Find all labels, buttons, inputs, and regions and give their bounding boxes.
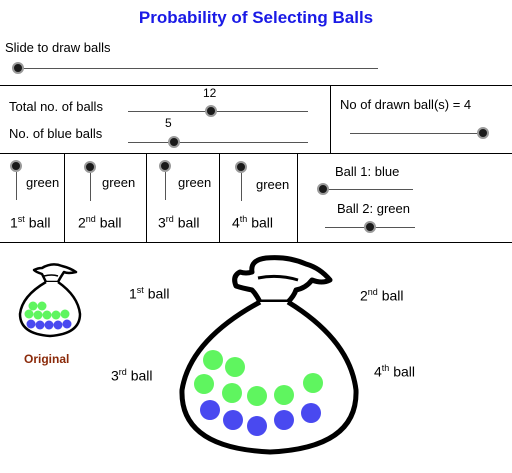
draw-3-slider-knob[interactable] [159,160,171,172]
blue-balls-slider-track[interactable] [128,142,308,143]
result-ball-2: Ball 2: green [337,201,410,216]
draw-2-label: 2nd ball [78,214,122,231]
grid-divider-col2 [146,153,147,242]
total-balls-slider-knob[interactable] [205,105,217,117]
result-ball-1: Ball 1: blue [335,164,400,179]
draw-3-label: 3rd ball [158,214,200,231]
page-title: Probability of Selecting Balls [138,8,374,27]
grid-divider-col3 [219,153,220,242]
draw-3-slider-track[interactable] [165,172,166,200]
original-bag [18,263,82,338]
bag-slot-3-label: 3rd ball [111,367,153,384]
result-2-slider-knob[interactable] [364,221,376,233]
drawing-bag [179,255,359,455]
drawn-balls-label: No of drawn ball(s) = 4 [340,97,472,112]
draw-3-color: green [178,175,212,190]
drawn-balls-slider-track[interactable] [350,133,485,134]
result-1-slider-track[interactable] [318,189,413,190]
blue-balls-value: 5 [165,116,172,130]
draw-2-color: green [102,175,136,190]
grid-line-bottom [0,242,512,243]
draw-1-color: green [26,175,60,190]
original-label: Original [24,352,70,366]
grid-line-middle [0,153,512,154]
draw-4-slider-track[interactable] [241,173,242,201]
draw-2-slider-track[interactable] [90,173,91,201]
draw-1-label: 1st ball [10,214,51,231]
total-balls-value: 12 [203,86,217,100]
draw-slider-label: Slide to draw balls [5,40,111,55]
bag-slot-4-label: 4th ball [374,363,415,380]
total-balls-label: Total no. of balls [9,99,103,114]
drawn-balls-slider-knob[interactable] [477,127,489,139]
grid-divider-drawn [330,85,331,153]
grid-line-top [0,85,512,86]
total-balls-slider-track[interactable] [128,111,308,112]
draw-1-slider-track[interactable] [16,172,17,200]
blue-balls-slider-knob[interactable] [168,136,180,148]
grid-divider-col4 [297,153,298,242]
draw-slider-knob[interactable] [12,62,24,74]
draw-4-slider-knob[interactable] [235,161,247,173]
draw-4-label: 4th ball [232,214,273,231]
grid-divider-col1 [64,153,65,242]
draw-4-color: green [256,177,290,192]
result-1-slider-knob[interactable] [317,183,329,195]
draw-1-slider-knob[interactable] [10,160,22,172]
blue-balls-label: No. of blue balls [9,126,103,141]
draw-slider-track[interactable] [18,68,378,69]
bag-slot-1-label: 1st ball [129,285,170,302]
draw-2-slider-knob[interactable] [84,161,96,173]
